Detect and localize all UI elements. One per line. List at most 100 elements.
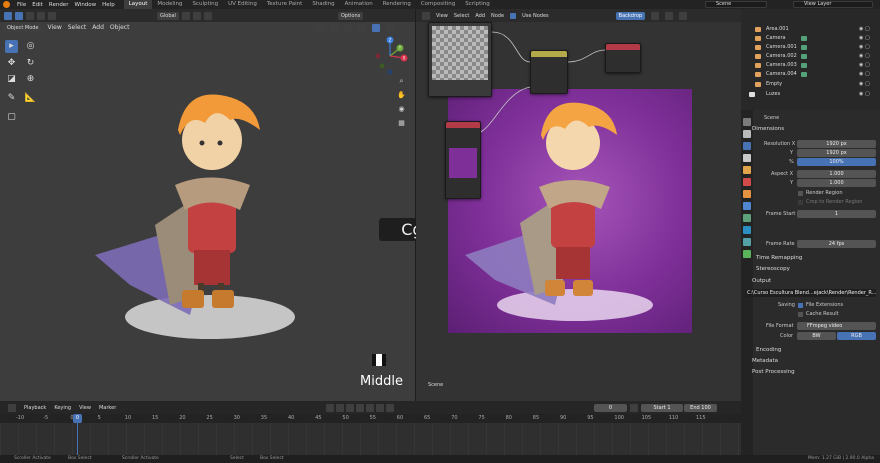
file-format-dropdown[interactable]: FFmpeg video xyxy=(797,322,876,330)
viewport-menu-select[interactable]: Select xyxy=(68,24,87,31)
pivot-icon[interactable] xyxy=(181,11,190,20)
menu-render[interactable]: Render xyxy=(46,2,72,8)
outliner-row[interactable]: Camera.002 ◉ ▢ xyxy=(741,52,880,61)
timeline-menu-keying[interactable]: Keying xyxy=(54,405,71,411)
select-subtract-icon[interactable] xyxy=(37,11,45,20)
select-mode-icon[interactable] xyxy=(4,11,12,20)
select-intersect-icon[interactable] xyxy=(48,11,56,20)
visibility-eye-icon[interactable]: ◉ ▢ xyxy=(859,70,870,79)
view-layer-tab-icon[interactable] xyxy=(743,154,751,162)
outliner-row[interactable]: Camera.004 ◉ ▢ xyxy=(741,70,880,79)
timeline-menu-playback[interactable]: Playback xyxy=(24,405,46,411)
use-nodes-checkbox[interactable] xyxy=(510,12,517,19)
snap-icon[interactable] xyxy=(192,11,201,20)
cache-result-checkbox[interactable] xyxy=(798,312,803,317)
output-path-field[interactable]: C:\Curso Escultura Blend...ejack\Render\… xyxy=(745,289,876,297)
resolution-y-field[interactable]: 1920 px xyxy=(797,149,876,157)
proportional-edit-icon[interactable] xyxy=(203,11,212,20)
visibility-eye-icon[interactable]: ◉ ▢ xyxy=(859,90,870,99)
backdrop-toggle[interactable]: Backdrop xyxy=(615,11,646,20)
playhead[interactable]: 0 xyxy=(73,414,82,423)
outliner-row[interactable]: Area.001 ◉ ▢ xyxy=(741,25,880,34)
file-extensions-checkbox[interactable] xyxy=(798,303,803,308)
select-box-tool-icon[interactable]: ▸ xyxy=(5,40,18,53)
visibility-eye-icon[interactable]: ◉ ▢ xyxy=(859,52,870,61)
outliner-row[interactable]: Empty ◉ ▢ xyxy=(741,80,880,89)
play-reverse-icon[interactable] xyxy=(356,404,364,412)
world-tab-icon[interactable] xyxy=(743,178,751,186)
select-box-icon[interactable] xyxy=(15,11,23,20)
backdrop-zoom-icon[interactable] xyxy=(679,11,688,20)
frame-start-field[interactable]: 1 xyxy=(797,210,876,218)
visibility-eye-icon[interactable]: ◉ ▢ xyxy=(859,43,870,52)
aspect-x-field[interactable]: 1.000 xyxy=(797,170,876,178)
menu-edit[interactable]: Edit xyxy=(29,2,46,8)
tab-texture-paint[interactable]: Texture Paint xyxy=(262,0,308,9)
visibility-eye-icon[interactable]: ◉ ▢ xyxy=(859,61,870,70)
constraints-tab-icon[interactable] xyxy=(743,238,751,246)
view-layer-selector[interactable]: View Layer xyxy=(793,1,873,8)
measure-tool-icon[interactable]: 📐 xyxy=(24,92,37,105)
annotate-tool-icon[interactable]: ✎ xyxy=(5,92,18,105)
tab-compositing[interactable]: Compositing xyxy=(416,0,460,9)
visibility-eye-icon[interactable]: ◉ ▢ xyxy=(859,80,870,89)
timeline-tracks[interactable] xyxy=(0,423,741,455)
time-remapping-section-header[interactable]: Time Remapping xyxy=(756,255,802,261)
tab-uv-editing[interactable]: UV Editing xyxy=(223,0,262,9)
tab-sculpting[interactable]: Sculpting xyxy=(187,0,223,9)
frame-rate-dropdown[interactable]: 24 fps xyxy=(797,240,876,248)
zoom-icon[interactable]: ⌕ xyxy=(396,76,407,87)
timeline-menu-marker[interactable]: Marker xyxy=(99,405,116,411)
color-bw-button[interactable]: BW xyxy=(797,332,836,340)
post-processing-section-header[interactable]: Post Processing xyxy=(752,369,795,375)
object-tab-icon[interactable] xyxy=(743,190,751,198)
next-keyframe-icon[interactable] xyxy=(376,404,384,412)
menu-window[interactable]: Window xyxy=(71,2,99,8)
dimensions-section-header[interactable]: Dimensions xyxy=(752,126,784,132)
aspect-y-field[interactable]: 1.000 xyxy=(797,179,876,187)
tab-layout[interactable]: Layout xyxy=(123,0,153,9)
tool-tab-icon[interactable] xyxy=(743,118,751,126)
select-extend-icon[interactable] xyxy=(26,11,34,20)
add-cube-tool-icon[interactable]: ▢ xyxy=(5,111,18,124)
blender-logo-icon[interactable] xyxy=(3,1,10,8)
resolution-x-field[interactable]: 1920 px xyxy=(797,140,876,148)
tab-scripting[interactable]: Scripting xyxy=(460,0,494,9)
preview-range-icon[interactable] xyxy=(630,404,638,412)
modifier-tab-icon[interactable] xyxy=(743,202,751,210)
scene-selector[interactable]: Scene xyxy=(705,1,767,8)
xray-icon[interactable] xyxy=(344,23,353,32)
jump-end-icon[interactable] xyxy=(386,404,394,412)
end-frame-field[interactable]: End 100 xyxy=(684,404,717,412)
backdrop-channels-icon[interactable] xyxy=(651,11,660,20)
node-menu-select[interactable]: Select xyxy=(454,13,469,19)
move-tool-icon[interactable]: ✥ xyxy=(5,57,18,70)
overlay-icon[interactable] xyxy=(330,23,339,32)
outliner-row[interactable]: Camera ◉ ▢ xyxy=(741,34,880,43)
metadata-section-header[interactable]: Metadata xyxy=(752,358,778,364)
transform-tool-icon[interactable]: ⊕ xyxy=(24,73,37,86)
viewport-menu-object[interactable]: Object xyxy=(110,24,130,31)
solid-shading-icon[interactable] xyxy=(358,23,367,32)
viewport-menu-view[interactable]: View xyxy=(48,24,62,31)
options-dropdown[interactable]: Options xyxy=(337,11,364,20)
editor-type-icon[interactable] xyxy=(422,11,430,20)
tab-shading[interactable]: Shading xyxy=(307,0,339,9)
output-section-header[interactable]: Output xyxy=(752,278,771,284)
object-mode-dropdown[interactable]: Object Mode xyxy=(4,23,42,32)
physics-tab-icon[interactable] xyxy=(743,226,751,234)
rendered-shading-icon[interactable] xyxy=(386,23,395,32)
outliner-row[interactable]: Camera.003 ◉ ▢ xyxy=(741,61,880,70)
scene-name-field[interactable]: Scene xyxy=(764,114,779,122)
perspective-grid-icon[interactable]: ▦ xyxy=(396,118,407,129)
outliner-row[interactable]: Camera.001 ◉ ▢ xyxy=(741,43,880,52)
data-tab-icon[interactable] xyxy=(743,250,751,258)
menu-file[interactable]: File xyxy=(14,2,29,8)
node-menu-view[interactable]: View xyxy=(436,13,448,19)
prev-keyframe-icon[interactable] xyxy=(346,404,354,412)
record-icon[interactable] xyxy=(326,404,334,412)
viewport-visibility-icon[interactable] xyxy=(316,23,325,32)
crop-region-checkbox[interactable] xyxy=(798,200,803,205)
editor-type-icon[interactable] xyxy=(8,403,16,412)
jump-start-icon[interactable] xyxy=(336,404,344,412)
